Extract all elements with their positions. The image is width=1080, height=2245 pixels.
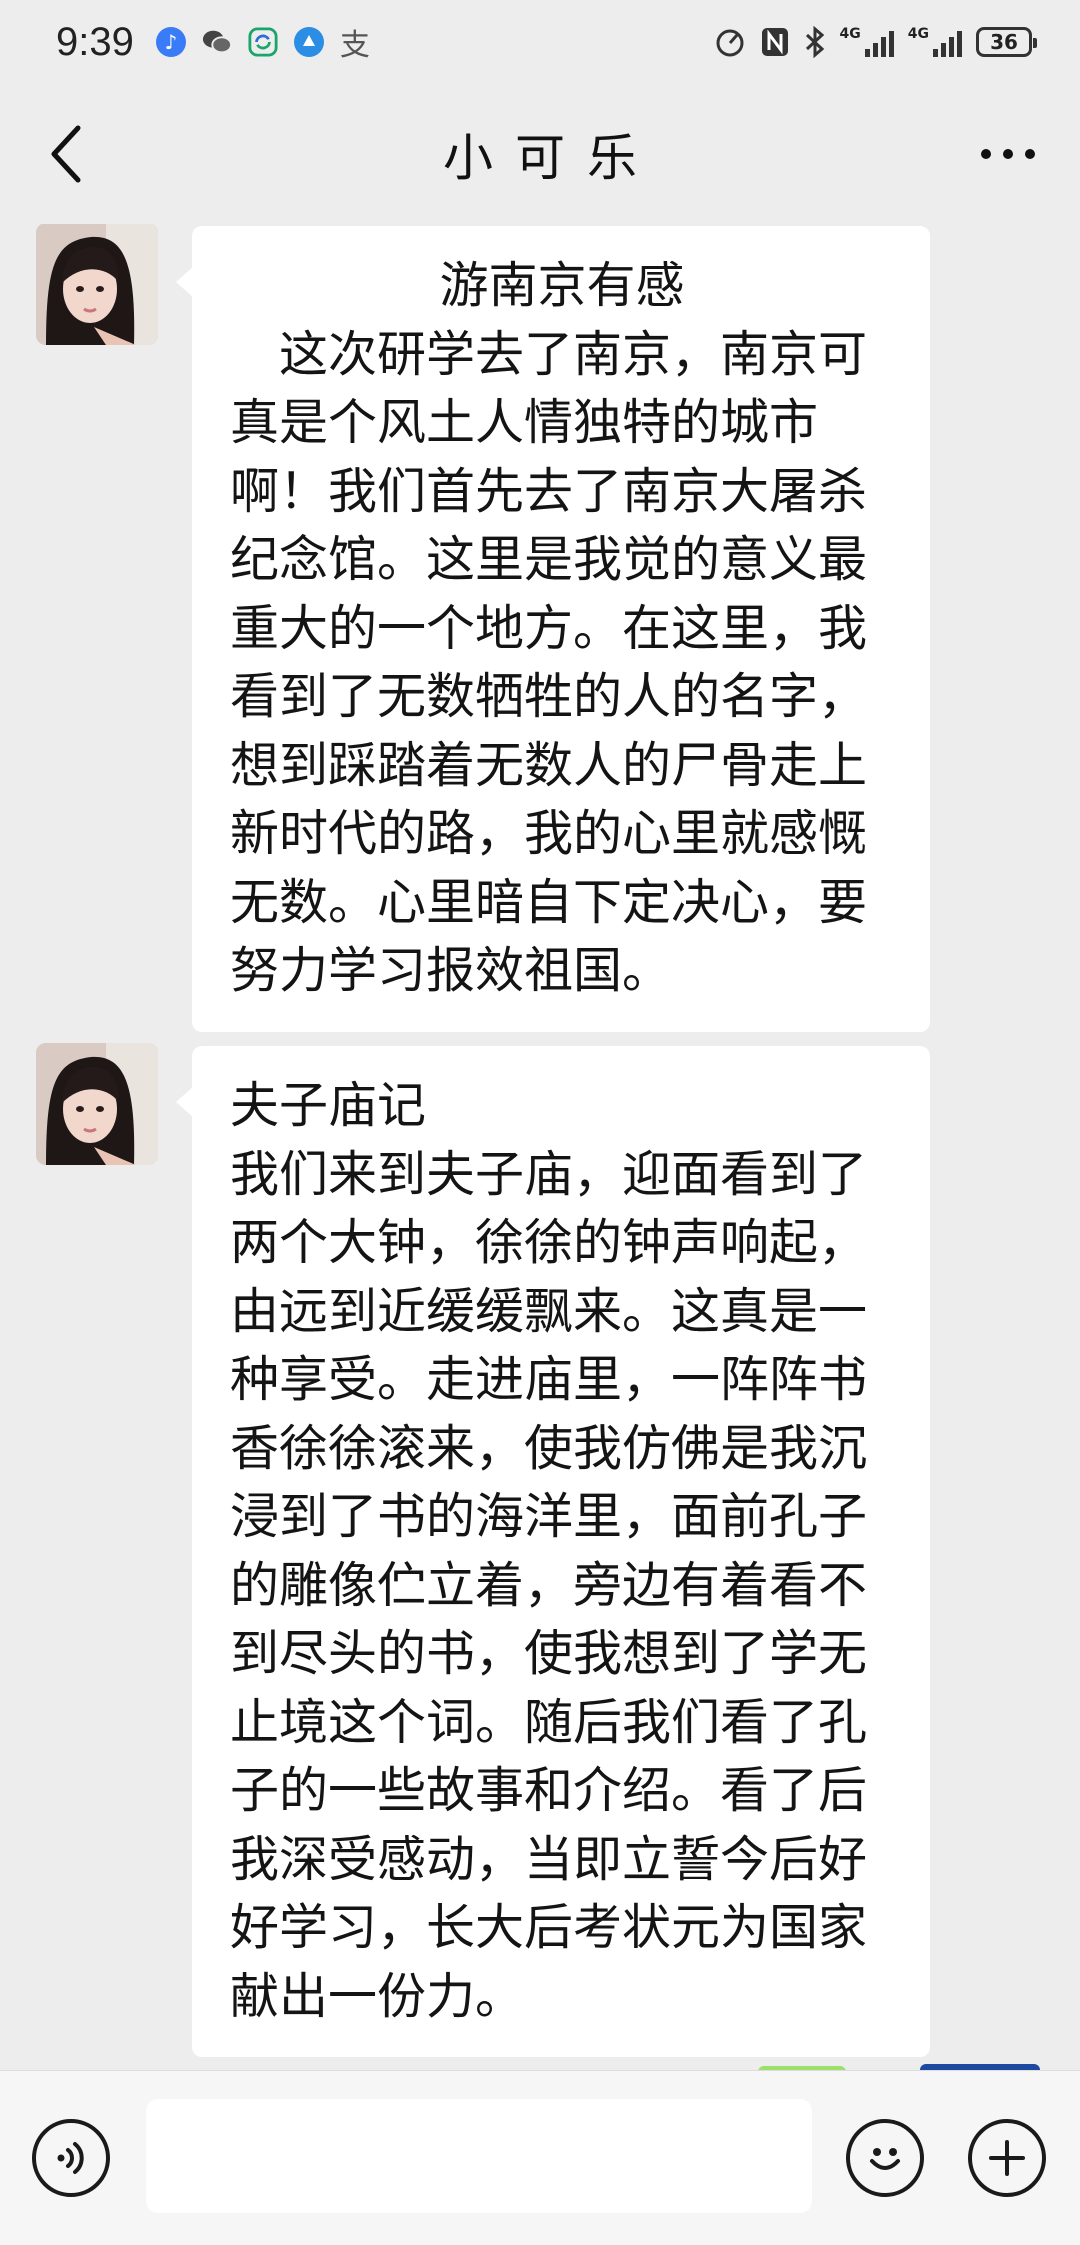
more-dot (1025, 149, 1035, 159)
message-text: 这次研学去了南京，南京可真是个风土人情独特的城市啊！我们首先去了南京大屠杀纪念馆… (230, 325, 868, 1000)
status-bar-left: 9:39 ♪ 支 (56, 20, 370, 65)
plus-icon (989, 2140, 1025, 2176)
message-title: 游南京有感 (439, 257, 685, 314)
chat-title: 小可乐 (443, 129, 659, 187)
avatar[interactable] (36, 224, 158, 345)
more-dot (1003, 149, 1013, 159)
battery-level: 36 (990, 30, 1018, 54)
network-type-2: 4G (907, 26, 929, 42)
chevron-left-icon (51, 125, 81, 183)
browser-app-icon (293, 27, 324, 57)
more-button[interactable] (968, 124, 1048, 184)
voice-button[interactable] (32, 2119, 110, 2197)
message-title: 夫子庙记 (230, 1077, 427, 1134)
network-type-1: 4G (839, 26, 861, 42)
avatar[interactable] (36, 1043, 158, 1165)
battery-icon: 36 (976, 27, 1037, 57)
input-bar (0, 2070, 1080, 2245)
emoji-button[interactable] (846, 2119, 924, 2197)
more-dots-icon (981, 149, 991, 159)
status-bar-right: 4G 4G 36 (714, 26, 1037, 58)
emoji-icon (870, 2148, 900, 2170)
more-functions-button[interactable] (968, 2119, 1046, 2197)
music-app-icon: ♪ (155, 27, 186, 57)
avatar-image (36, 1043, 158, 1165)
avatar-image (36, 224, 158, 345)
signal-icon-1 (864, 27, 894, 57)
message-input[interactable] (146, 2099, 812, 2213)
message-bubble[interactable]: 夫子庙记 我们来到夫子庙，迎面看到了两个大钟，徐徐的钟声响起，由远到近缓缓飘来。… (176, 1046, 930, 2057)
nfc-icon (761, 28, 788, 56)
status-bar: 9:39 ♪ 支 4G 4G 36 (0, 0, 1080, 84)
message-bubble[interactable]: 游南京有感 这次研学去了南京，南京可真是个风土人情独特的城市啊！我们首先去了南京… (176, 226, 930, 1032)
signal-icon-2 (933, 27, 962, 57)
bluetooth-icon (805, 26, 824, 58)
message-text: 我们来到夫子庙，迎面看到了两个大钟，徐徐的钟声响起，由远到近缓缓飘来。这真是一种… (230, 1145, 868, 2025)
voice-input-icon (57, 2142, 84, 2174)
status-time: 9:39 (56, 19, 134, 64)
alipay-icon: 支 (339, 28, 370, 63)
back-button[interactable] (36, 122, 96, 186)
message-list[interactable]: 游南京有感 这次研学去了南京，南京可真是个风土人情独特的城市啊！我们首先去了南京… (0, 224, 1080, 2070)
chat-header: 小可乐 (0, 84, 1080, 224)
wechat-icon (202, 27, 232, 57)
sync-app-icon (248, 27, 278, 57)
speedometer-icon (716, 29, 744, 57)
